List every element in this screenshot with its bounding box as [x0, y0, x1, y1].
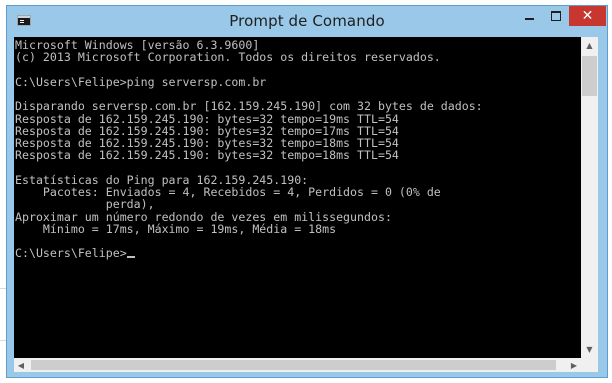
- minimize-button[interactable]: [516, 6, 543, 26]
- console-line: Mínimo = 17ms, Máximo = 19ms, Média = 18…: [15, 221, 337, 236]
- console-line: C:\Users\Felipe>ping serversp.com.br: [15, 74, 267, 89]
- maximize-icon: [551, 11, 561, 21]
- console-text: Microsoft Windows [versão 6.3.9600] (c) …: [15, 39, 483, 260]
- maximize-button[interactable]: [543, 6, 569, 26]
- scrollbar-corner: [581, 358, 598, 372]
- text-cursor: [126, 256, 135, 259]
- scroll-down-icon[interactable]: ▼: [581, 341, 598, 358]
- scroll-left-icon[interactable]: ◀: [14, 358, 28, 372]
- command-prompt: C:\Users\Felipe>: [15, 246, 127, 261]
- title-bar[interactable]: Prompt de Comando ✕: [7, 6, 607, 36]
- command-prompt-window: Prompt de Comando ✕ Microsoft Windows [v…: [6, 5, 608, 378]
- console-output[interactable]: Microsoft Windows [versão 6.3.9600] (c) …: [14, 37, 581, 358]
- horizontal-scroll-thumb[interactable]: [31, 360, 556, 370]
- close-button[interactable]: ✕: [569, 6, 606, 26]
- close-icon: ✕: [581, 8, 594, 24]
- vertical-scroll-thumb[interactable]: [582, 56, 597, 96]
- horizontal-scrollbar[interactable]: ◀ ▶: [14, 358, 581, 372]
- vertical-scrollbar[interactable]: ▲ ▼: [581, 37, 598, 358]
- console-line: Resposta de 162.159.245.190: bytes=32 te…: [15, 148, 399, 163]
- minimize-icon: [525, 18, 534, 20]
- scroll-up-icon[interactable]: ▲: [581, 37, 598, 54]
- scroll-right-icon[interactable]: ▶: [567, 358, 581, 372]
- console-line: (c) 2013 Microsoft Corporation. Todos os…: [15, 50, 441, 65]
